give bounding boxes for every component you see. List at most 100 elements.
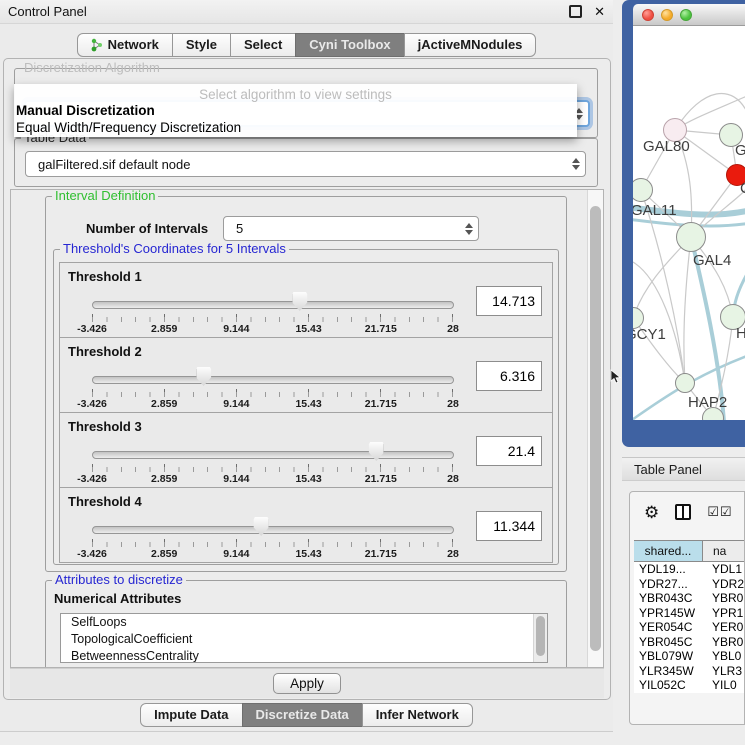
window-close-icon[interactable] (642, 9, 654, 21)
attributes-list-scrollbar[interactable] (533, 614, 547, 662)
table-panel-titlebar: Table Panel (622, 457, 745, 481)
slider-tick-label: -3.426 (77, 398, 107, 410)
network-node[interactable] (676, 222, 706, 252)
gear-icon[interactable]: ⚙ (644, 504, 659, 521)
slider-tick-label: 15.43 (295, 548, 321, 560)
columns-icon[interactable] (675, 504, 691, 520)
network-icon (91, 38, 103, 52)
attribute-item[interactable]: SelfLoops (61, 614, 547, 631)
interval-definition-group: Interval Definition Number of Intervals … (45, 196, 567, 572)
table-row[interactable]: YBL079WYBL0 (634, 649, 744, 664)
table-row[interactable]: YBR043CYBR0 (634, 591, 744, 606)
threshold-3-panel: Threshold 3 -3.4262.8599.14415.4321.7152… (59, 412, 553, 488)
cell-shared-name[interactable]: YBL079W (634, 649, 702, 663)
slider-tick-label: 21.715 (365, 473, 397, 485)
interval-definition-title: Interval Definition (52, 189, 158, 203)
threshold-value-field[interactable]: 14.713 (476, 286, 542, 316)
cell-shared-name[interactable]: YBR045C (634, 635, 702, 649)
node-label-hap2: HAP2 (688, 394, 727, 411)
tab-cyni-toolbox[interactable]: Cyni Toolbox (295, 33, 404, 57)
tab-infer-network[interactable]: Infer Network (362, 703, 473, 727)
cell-name[interactable]: YIL0 (702, 678, 744, 692)
cyni-toolbox-panel: Discretization Algorithm Select algorith… (3, 58, 611, 700)
cell-name[interactable]: YDR2 (702, 577, 744, 591)
cell-shared-name[interactable]: YBR043C (634, 591, 702, 605)
checkboxes-icon[interactable]: ☑☑ (707, 504, 732, 520)
attribute-item[interactable]: TopologicalCoefficient (61, 631, 547, 648)
slider-minor-ticks (92, 467, 453, 472)
tab-select[interactable]: Select (230, 33, 296, 57)
tab-label: Infer Network (376, 707, 459, 722)
window-zoom-icon[interactable] (680, 9, 692, 21)
control-panel-title: Control Panel (8, 4, 87, 19)
table-row[interactable]: YBR045CYBR0 (634, 635, 744, 650)
tab-jactivemnodules[interactable]: jActiveMNodules (404, 33, 537, 57)
cell-shared-name[interactable]: YDL19... (634, 562, 702, 576)
dropdown-option-manual-discretization[interactable]: Manual Discretization (16, 103, 155, 118)
scrollbar-thumb[interactable] (590, 206, 601, 651)
threshold-value-field[interactable]: 11.344 (476, 511, 542, 541)
tab-discretize-data[interactable]: Discretize Data (242, 703, 363, 727)
network-node[interactable] (675, 373, 695, 393)
cell-shared-name[interactable]: YLR345W (634, 664, 702, 678)
table-row[interactable]: YIL052CYIL0 (634, 678, 744, 693)
threshold-value-field[interactable]: 6.316 (476, 361, 542, 391)
cell-name[interactable]: YBR0 (702, 591, 744, 605)
settings-vertical-scrollbar[interactable] (587, 190, 603, 667)
slider-tick-label: 9.144 (223, 548, 249, 560)
table-data-combobox[interactable]: galFiltered.sif default node (25, 151, 586, 177)
float-window-icon[interactable] (569, 5, 582, 18)
cell-name[interactable]: YER0 (702, 620, 744, 634)
scrollbar-thumb[interactable] (536, 616, 545, 656)
slider-tick-label: 15.43 (295, 323, 321, 335)
table-row[interactable]: YER054CYER0 (634, 620, 744, 635)
number-of-intervals-combobox[interactable]: 5 (223, 216, 479, 241)
tab-network[interactable]: Network (77, 33, 173, 57)
threshold-value-field[interactable]: 21.4 (476, 436, 542, 466)
table-row[interactable]: YPR145WYPR1 (634, 606, 744, 621)
slider-thumb[interactable] (254, 517, 269, 536)
table-row[interactable]: YLR345WYLR3 (634, 664, 744, 679)
cell-name[interactable]: YBL0 (702, 649, 744, 663)
tab-label: Select (244, 37, 282, 52)
dropdown-placeholder-item[interactable]: Select algorithm to view settings (14, 87, 577, 102)
network-view-window: GAL80 G C GAL11 GAL4 GCY1 H HAP2 (622, 0, 745, 447)
node-table-body: YDL19...YDL1YDR27...YDR2YBR043CYBR0YPR14… (634, 562, 744, 693)
combo-stepper-icon[interactable] (567, 152, 585, 176)
cell-shared-name[interactable]: YIL052C (634, 678, 702, 692)
numerical-attributes-list[interactable]: SelfLoopsTopologicalCoefficientBetweenne… (60, 613, 548, 663)
cell-shared-name[interactable]: YDR27... (634, 577, 702, 591)
table-panel-body: ⚙ ☑☑ shared... na YDL19...YDL1YDR27...YD… (622, 482, 745, 745)
node-table: shared... na YDL19...YDL1YDR27...YDR2YBR… (634, 540, 744, 724)
cell-name[interactable]: YLR3 (702, 664, 744, 678)
slider-tick-label: -3.426 (77, 473, 107, 485)
cell-name[interactable]: YBR0 (702, 635, 744, 649)
column-header-name[interactable]: na (703, 541, 744, 561)
column-header-shared-name[interactable]: shared... (634, 541, 703, 561)
slider-thumb[interactable] (292, 292, 307, 311)
slider-tick-label: -3.426 (77, 548, 107, 560)
threshold-label: Threshold 3 (68, 419, 142, 434)
cell-name[interactable]: YDL1 (702, 562, 744, 576)
combo-stepper-icon[interactable] (460, 217, 478, 240)
table-row[interactable]: YDL19...YDL1 (634, 562, 744, 577)
close-icon[interactable]: ✕ (594, 4, 605, 20)
attribute-item[interactable]: BetweennessCentrality (61, 648, 547, 663)
slider-thumb[interactable] (369, 442, 384, 461)
apply-button[interactable]: Apply (273, 673, 341, 694)
node-label-gal4: GAL4 (693, 252, 731, 269)
slider-tick-label: 9.144 (223, 473, 249, 485)
cell-shared-name[interactable]: YER054C (634, 620, 702, 634)
slider-thumb[interactable] (196, 367, 211, 386)
cell-name[interactable]: YPR1 (702, 606, 744, 620)
dropdown-option-equal-width-frequency[interactable]: Equal Width/Frequency Discretization (16, 120, 241, 135)
network-canvas[interactable]: GAL80 G C GAL11 GAL4 GCY1 H HAP2 (633, 26, 745, 420)
node-label-partial: C (740, 180, 745, 197)
tab-impute-data[interactable]: Impute Data (140, 703, 242, 727)
numerical-attributes-items: SelfLoopsTopologicalCoefficientBetweenne… (61, 614, 547, 663)
slider-tick-label: 28 (447, 398, 459, 410)
cell-shared-name[interactable]: YPR145W (634, 606, 702, 620)
tab-style[interactable]: Style (172, 33, 231, 57)
window-minimize-icon[interactable] (661, 9, 673, 21)
table-row[interactable]: YDR27...YDR2 (634, 577, 744, 592)
